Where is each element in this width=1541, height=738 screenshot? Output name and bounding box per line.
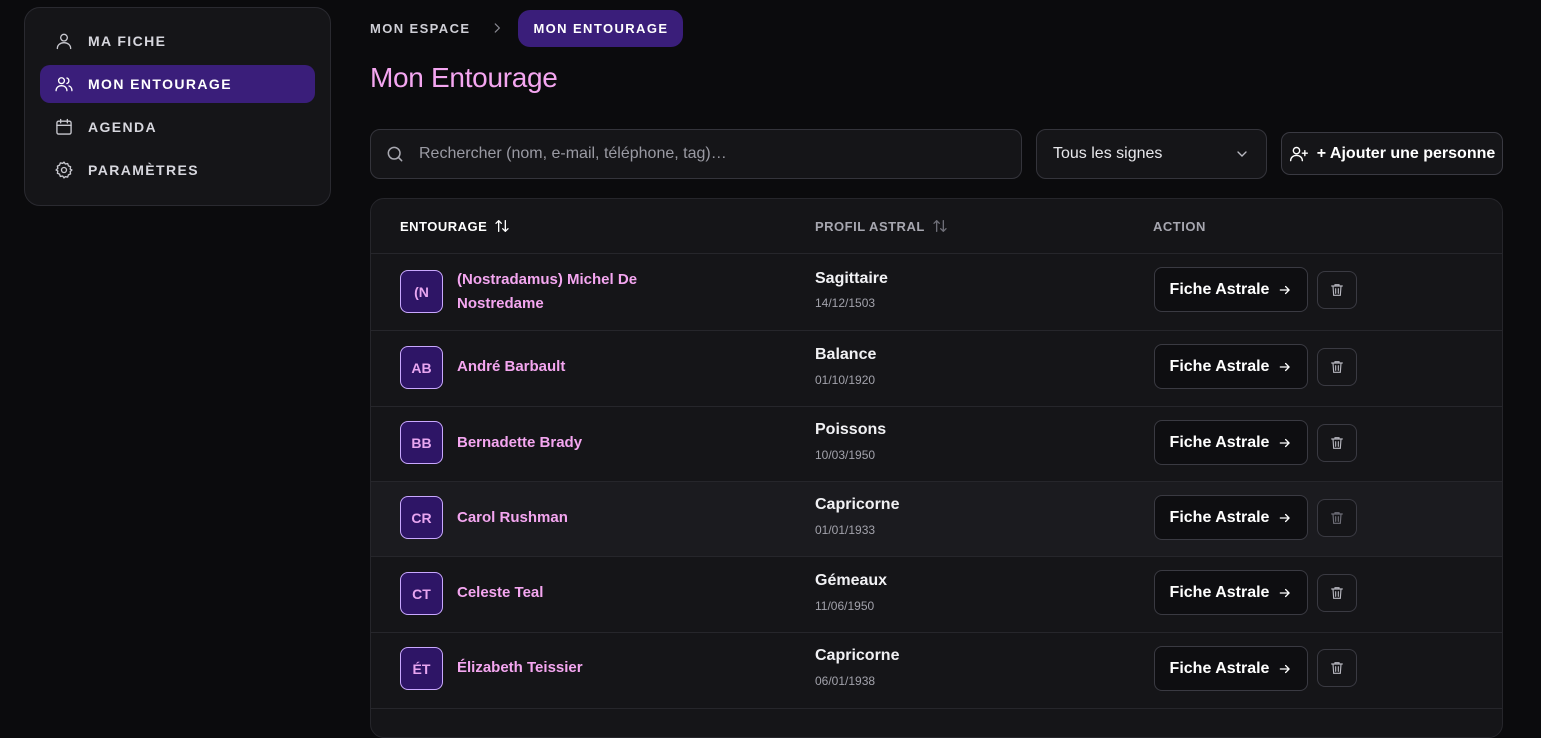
- fiche-astrale-label: Fiche Astrale: [1169, 433, 1270, 451]
- column-header-entourage[interactable]: ENTOURAGE: [400, 218, 510, 234]
- arrow-right-icon: [1278, 360, 1292, 374]
- add-person-button[interactable]: + Ajouter une personne: [1281, 132, 1503, 175]
- column-header-profil[interactable]: PROFIL ASTRAL: [815, 218, 948, 234]
- birth-date: 06/01/1938: [815, 674, 876, 688]
- breadcrumb-parent[interactable]: MON ESPACE: [370, 21, 470, 36]
- fiche-astrale-label: Fiche Astrale: [1169, 583, 1270, 601]
- person-name[interactable]: Bernadette Brady: [457, 431, 687, 455]
- avatar: CR: [400, 496, 443, 539]
- fiche-astrale-button[interactable]: Fiche Astrale: [1154, 495, 1308, 540]
- birth-date: 01/10/1920: [815, 373, 876, 387]
- delete-button[interactable]: [1317, 574, 1357, 612]
- avatar: CT: [400, 572, 443, 615]
- arrow-right-icon: [1278, 283, 1292, 297]
- astral-sign: Capricorne: [815, 647, 900, 664]
- fiche-astrale-button[interactable]: Fiche Astrale: [1154, 267, 1308, 312]
- delete-button[interactable]: [1317, 424, 1357, 462]
- breadcrumb: MON ESPACE MON ENTOURAGE: [370, 9, 684, 47]
- user-plus-icon: [1289, 144, 1309, 164]
- gear-icon: [54, 160, 74, 180]
- page-title: Mon Entourage: [370, 62, 558, 93]
- entourage-table: ENTOURAGE PROFIL ASTRAL ACTION (N (Nostr…: [370, 198, 1503, 738]
- person-name[interactable]: André Barbault: [457, 355, 687, 379]
- fiche-astrale-button[interactable]: Fiche Astrale: [1154, 344, 1308, 389]
- search-input[interactable]: [419, 145, 1021, 163]
- users-icon: [54, 74, 74, 94]
- trash-icon: [1329, 660, 1345, 676]
- add-person-label: + Ajouter une personne: [1316, 144, 1496, 162]
- breadcrumb-current: MON ENTOURAGE: [518, 9, 684, 47]
- delete-button[interactable]: [1317, 271, 1357, 309]
- sidebar-item-agenda[interactable]: AGENDA: [40, 108, 315, 146]
- avatar: ÉT: [400, 647, 443, 690]
- column-header-label: ENTOURAGE: [400, 218, 488, 234]
- arrow-right-icon: [1278, 436, 1292, 450]
- fiche-astrale-label: Fiche Astrale: [1169, 357, 1270, 375]
- avatar: AB: [400, 346, 443, 389]
- sidebar-item-mon-entourage[interactable]: MON ENTOURAGE: [40, 65, 315, 103]
- delete-button[interactable]: [1317, 499, 1357, 537]
- astral-sign: Sagittaire: [815, 270, 888, 287]
- trash-icon: [1329, 585, 1345, 601]
- table-row: CR Carol Rushman Capricorne 01/01/1933 F…: [371, 482, 1502, 557]
- sidebar-item-ma-fiche[interactable]: MA FICHE: [40, 22, 315, 60]
- column-header-label: PROFIL ASTRAL: [815, 218, 925, 234]
- trash-icon: [1329, 510, 1345, 526]
- chevron-right-icon: [490, 21, 504, 35]
- sidebar-item-parametres[interactable]: PARAMÈTRES: [40, 151, 315, 189]
- delete-button[interactable]: [1317, 649, 1357, 687]
- astral-sign: Balance: [815, 346, 877, 363]
- avatar: BB: [400, 421, 443, 464]
- sort-icon: [932, 218, 948, 234]
- search-icon: [385, 144, 405, 164]
- fiche-astrale-label: Fiche Astrale: [1169, 280, 1270, 298]
- table-row: (N (Nostradamus) Michel De Nostredame Sa…: [371, 254, 1502, 331]
- fiche-astrale-button[interactable]: Fiche Astrale: [1154, 420, 1308, 465]
- table-row: CT Celeste Teal Gémeaux 11/06/1950 Fiche…: [371, 557, 1502, 633]
- delete-button[interactable]: [1317, 348, 1357, 386]
- birth-date: 11/06/1950: [815, 599, 875, 613]
- trash-icon: [1329, 435, 1345, 451]
- sidebar: MA FICHE MON ENTOURAGE AGENDA PARAMÈTRES: [24, 7, 331, 206]
- fiche-astrale-button[interactable]: Fiche Astrale: [1154, 646, 1308, 691]
- sidebar-item-label: AGENDA: [88, 119, 158, 135]
- astral-sign: Gémeaux: [815, 572, 888, 589]
- arrow-right-icon: [1278, 662, 1292, 676]
- column-header-action: ACTION: [1153, 219, 1206, 234]
- calendar-icon: [54, 117, 74, 137]
- sidebar-item-label: PARAMÈTRES: [88, 162, 199, 178]
- fiche-astrale-label: Fiche Astrale: [1169, 659, 1270, 677]
- table-header: ENTOURAGE PROFIL ASTRAL ACTION: [371, 199, 1502, 254]
- person-name[interactable]: (Nostradamus) Michel De Nostredame: [457, 268, 687, 316]
- fiche-astrale-label: Fiche Astrale: [1169, 508, 1270, 526]
- column-header-label: ACTION: [1153, 218, 1206, 234]
- arrow-right-icon: [1278, 511, 1292, 525]
- avatar: (N: [400, 270, 443, 313]
- sidebar-item-label: MON ENTOURAGE: [88, 76, 232, 92]
- person-name[interactable]: Élizabeth Teissier: [457, 656, 687, 680]
- person-name[interactable]: Carol Rushman: [457, 506, 687, 530]
- sidebar-item-label: MA FICHE: [88, 33, 167, 49]
- person-name[interactable]: Celeste Teal: [457, 581, 687, 605]
- trash-icon: [1329, 282, 1345, 298]
- fiche-astrale-button[interactable]: Fiche Astrale: [1154, 570, 1308, 615]
- table-row: ÉT Élizabeth Teissier Capricorne 06/01/1…: [371, 633, 1502, 709]
- sign-filter-value: Tous les signes: [1053, 145, 1163, 162]
- trash-icon: [1329, 359, 1345, 375]
- astral-sign: Capricorne: [815, 496, 900, 513]
- table-row: BB Bernadette Brady Poissons 10/03/1950 …: [371, 407, 1502, 482]
- sign-filter-select[interactable]: Tous les signes: [1036, 129, 1267, 179]
- search-box: [370, 129, 1022, 179]
- chevron-down-icon: [1234, 146, 1250, 162]
- table-row: AB André Barbault Balance 01/10/1920 Fic…: [371, 331, 1502, 407]
- sort-icon: [494, 218, 510, 234]
- astral-sign: Poissons: [815, 421, 887, 438]
- user-icon: [54, 31, 74, 51]
- birth-date: 10/03/1950: [815, 448, 876, 462]
- arrow-right-icon: [1278, 586, 1292, 600]
- birth-date: 14/12/1503: [815, 296, 876, 310]
- birth-date: 01/01/1933: [815, 523, 876, 537]
